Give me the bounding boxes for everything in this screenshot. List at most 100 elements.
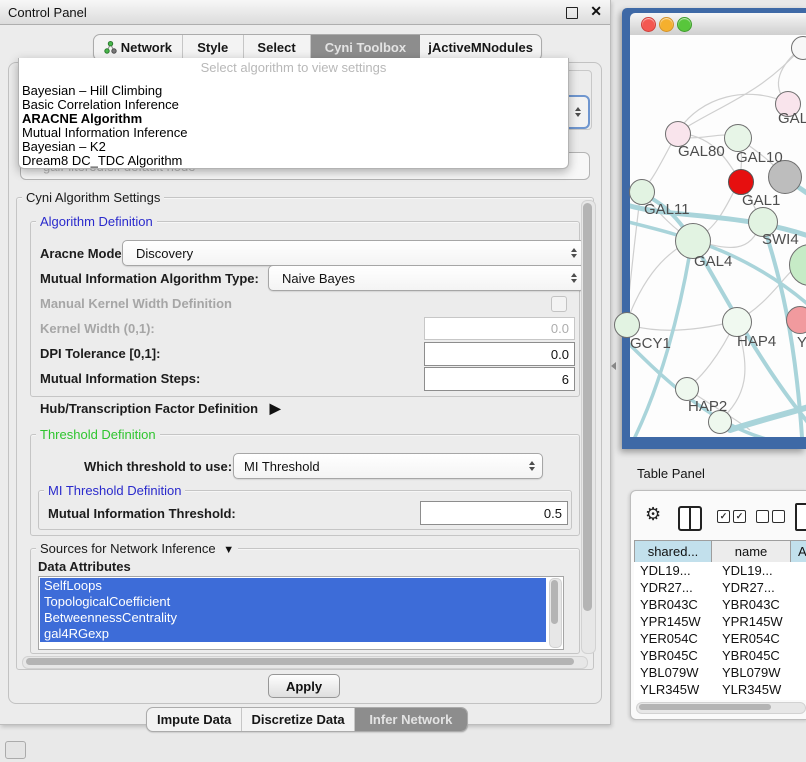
settings-horizontal-scrollbar[interactable] [22,656,588,669]
table-row[interactable]: YIL052CYIL052C9 [634,698,806,700]
expand-right-icon[interactable]: ▶ [270,400,281,416]
table-row[interactable]: YPR145WYPR145W9. [634,613,806,630]
spinner-icon [529,461,535,471]
table-row[interactable]: YER054CYER054C8. [634,630,806,647]
kernel-width-field[interactable]: 0.0 [424,317,575,340]
manual-kernel-checkbox[interactable] [551,296,567,312]
float-window-icon[interactable] [566,7,578,19]
spinner-icon [571,248,577,258]
export-table-icon[interactable] [795,503,806,531]
node-label: GAL1 [742,192,780,209]
tab-cyni-toolbox[interactable]: Cyni Toolbox [311,35,421,60]
node-label: SWI4 [762,231,799,248]
scrollbar-thumb[interactable] [551,580,558,624]
algorithm-option[interactable]: Dream8 DC_TDC Algorithm [19,154,568,168]
table-row[interactable]: YDR27...YDR27...12 [634,579,806,596]
table-row[interactable]: YDL19...YDL19...13 [634,562,806,579]
attribute-item[interactable]: gal4RGexp [40,626,546,642]
table-header-row: shared... name A [634,540,806,563]
network-node[interactable] [724,124,752,152]
table-horizontal-scrollbar[interactable] [636,702,806,714]
node-label: GAL4 [694,253,732,270]
table-panel-title: Table Panel [637,466,705,481]
table-row[interactable]: YBL079WYBL079W [634,664,806,681]
spinner-icon [575,107,581,117]
table-row[interactable]: YLR345WYLR345W9. [634,681,806,698]
panel-dock-button[interactable] [5,741,26,759]
column-header-partial[interactable]: A [791,540,806,563]
algorithm-select-popup: Select algorithm to view settings Bayesi… [18,58,569,169]
spinner-icon [571,273,577,283]
scrollbar-thumb[interactable] [639,704,771,710]
control-panel-title: Control Panel [8,5,87,20]
node-label: GAL [778,110,806,127]
hub-definition-label[interactable]: Hub/Transcription Factor Definition ▶ [40,400,281,417]
table-row[interactable]: YBR045CYBR045C9. [634,647,806,664]
node-label: GAL80 [678,143,725,160]
mi-threshold-title: MI Threshold Definition [44,483,185,498]
which-threshold-combo[interactable]: MI Threshold [233,453,543,479]
attributes-vertical-scrollbar[interactable] [549,578,562,648]
scrollbar-thumb[interactable] [26,658,574,665]
cyni-bottom-tabbar: Impute Data Discretize Data Infer Networ… [146,707,468,732]
node-label: HAP4 [737,333,776,350]
algorithm-option[interactable]: Basic Correlation Inference [19,98,568,112]
mi-type-label: Mutual Information Algorithm Type: [40,271,259,286]
dpi-tolerance-label: DPI Tolerance [0,1]: [40,346,160,361]
table-row[interactable]: YBR043CYBR043C [634,596,806,613]
cyni-algorithm-settings-title: Cyni Algorithm Settings [22,190,164,205]
mi-type-combo[interactable]: Naive Bayes [268,265,585,291]
attribute-item[interactable]: BetweennessCentrality [40,610,546,626]
hide-unchecked-columns-icon[interactable] [756,510,785,523]
algorithm-option[interactable]: Mutual Information Inference [19,126,568,140]
kernel-width-label: Kernel Width (0,1): [40,321,155,336]
algorithm-option-selected[interactable]: ARACNE Algorithm [19,112,568,126]
tab-impute-data[interactable]: Impute Data [147,708,242,731]
tab-select[interactable]: Select [244,35,311,60]
which-threshold-label: Which threshold to use: [84,459,232,474]
mi-threshold-field[interactable]: 0.5 [420,501,568,525]
attribute-item[interactable]: SelfLoops [40,578,546,594]
node-label: Y [797,334,806,351]
data-attributes-list: SelfLoops TopologicalCoefficient Between… [38,576,564,650]
algorithm-option[interactable]: Bayesian – K2 [19,140,568,154]
mac-minimize-button[interactable] [659,17,674,32]
tab-jactivemnodules[interactable]: jActiveMNodules [420,35,541,60]
settings-vertical-scrollbar[interactable] [581,200,596,654]
data-attributes-label: Data Attributes [38,559,131,574]
network-node[interactable] [786,306,806,334]
mi-steps-label: Mutual Information Steps: [40,371,200,386]
split-columns-icon[interactable] [678,506,702,531]
tab-network[interactable]: Network [94,35,183,60]
scrollbar-thumb[interactable] [583,203,592,611]
mac-zoom-button[interactable] [677,17,692,32]
algorithm-option[interactable]: Bayesian – Hill Climbing [19,84,568,98]
popup-placeholder: Select algorithm to view settings [19,60,568,75]
gear-icon[interactable]: ⚙ [645,504,661,525]
apply-button[interactable]: Apply [268,674,340,698]
column-header-name[interactable]: name [712,540,791,563]
tab-discretize-data[interactable]: Discretize Data [242,708,354,731]
aracne-mode-label: Aracne Mode: [40,246,126,261]
aracne-mode-combo[interactable]: Discovery [122,240,585,266]
node-label: GCY1 [630,335,671,352]
dpi-tolerance-field[interactable]: 0.0 [424,342,575,366]
tab-infer-network[interactable]: Infer Network [355,708,467,731]
algorithm-definition-title: Algorithm Definition [36,214,157,229]
column-header-shared-name[interactable]: shared... [635,540,712,563]
show-checked-columns-icon[interactable]: ✓ ✓ [717,510,746,523]
control-panel-titlebar[interactable]: Control Panel ✕ [0,0,610,25]
mi-steps-field[interactable]: 6 [424,367,575,391]
mac-close-button[interactable] [641,17,656,32]
collapse-down-icon[interactable]: ▼ [223,544,234,556]
sources-group-title[interactable]: Sources for Network Inference ▼ [36,541,238,556]
close-window-icon[interactable]: ✕ [590,3,602,20]
tab-style[interactable]: Style [183,35,244,60]
node-label: GAL11 [644,201,690,218]
table-body: YDL19...YDL19...13 YDR27...YDR27...12 YB… [634,562,806,700]
attribute-item[interactable]: TopologicalCoefficient [40,594,546,610]
split-pane-handle[interactable] [611,362,616,370]
control-panel-tabbar: Network Style Select Cyni Toolbox jActiv… [93,34,542,61]
node-label: GAL10 [736,149,783,166]
network-window-titlebar[interactable] [630,13,806,36]
